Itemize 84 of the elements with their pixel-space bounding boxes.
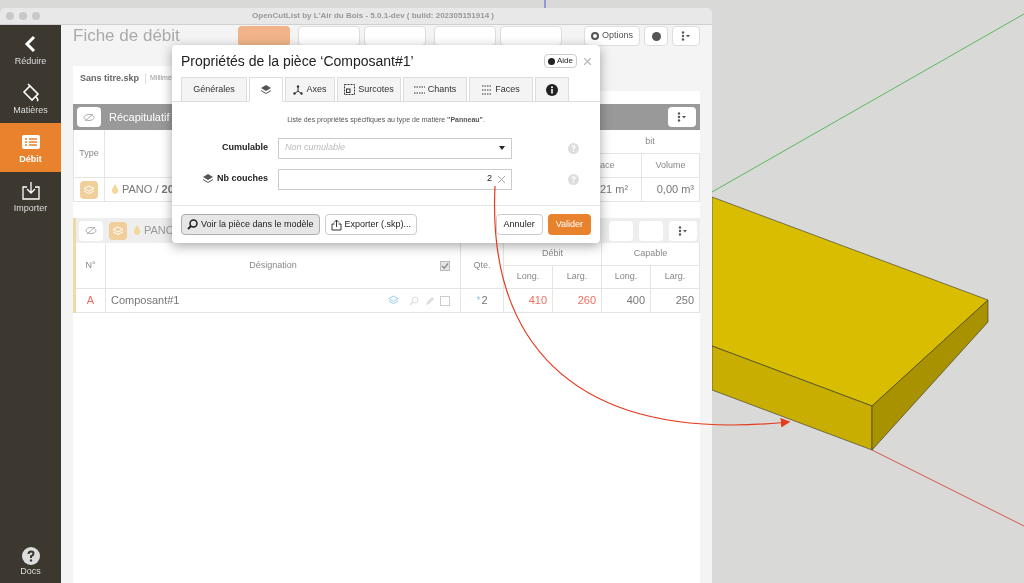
dialog-tab[interactable]: Générales [181,77,247,102]
toolbar-button[interactable] [499,26,562,46]
column-header: Larg. [651,265,700,288]
layers-icon [202,173,214,185]
drop-icon [111,184,119,195]
axes-icon [293,84,304,95]
more-icon [681,31,691,41]
dialog-title: Propriétés de la pièce ‘Composant#1’ [181,51,415,71]
input-field[interactable]: 2 [278,168,512,190]
window-title: OpenCutList by L'Air du Bois - 5.0.1-dev ( build: 202305151914 ) [251,10,495,22]
table-cell: 0,00 m³ [642,178,700,201]
part-name: Composant#1 [111,293,181,309]
toolbar-button[interactable] [433,26,496,46]
export-button[interactable]: Exporter (.skp)... [324,214,418,235]
column-header: Volume [642,153,700,177]
more-icon [678,225,688,236]
dotted-lines-icon [413,85,425,94]
cancel-button[interactable]: Annuler [495,214,543,235]
dotted-grid-icon [482,84,493,95]
dialog-tab[interactable]: Axes [285,77,335,102]
dialog-tab[interactable] [249,77,283,102]
hide-toggle-button[interactable] [77,107,101,127]
search-icon [409,295,419,306]
toolbar-button[interactable] [363,26,426,46]
sidebar-item[interactable]: Matières [0,74,61,123]
toolbar-button[interactable] [237,26,290,46]
dashed-square-icon [344,84,356,95]
layers-icon [260,83,272,96]
more-menu-button[interactable] [669,220,697,241]
more-menu-button[interactable] [672,26,700,46]
axis-line [544,0,546,9]
row-checkbox[interactable] [440,295,450,306]
label-button[interactable] [609,220,633,241]
more-icon [677,112,687,122]
column-header: Capable [602,243,700,266]
caret-icon [499,146,505,150]
eye-slash-icon [85,226,97,235]
eye-slash-icon [83,112,95,122]
info-icon [546,83,558,96]
dialog-tab[interactable] [535,77,569,102]
sidebar-item[interactable]: Réduire [0,25,61,74]
asterisk-icon: * [476,293,481,308]
page-title: Fiche de débit [73,26,181,46]
file-tab[interactable]: Sans titre.skp [80,71,140,86]
table-cell: 410 [504,289,553,312]
close-icon[interactable] [584,57,591,65]
help-button[interactable]: Aide [544,54,577,68]
locate-button[interactable]: Voir la pièce dans le modèle [181,214,320,235]
part-number: A [76,289,106,312]
import-icon [20,180,41,201]
select-all-checkbox[interactable] [440,260,450,271]
panel-material-icon [80,180,98,199]
column-header: Désignation [248,258,298,272]
column-header: N° [76,243,106,288]
column-header: Long. [602,265,651,288]
hide-toggle-button[interactable] [79,220,103,241]
pencil-icon [425,295,435,306]
field-label: Cumulable [222,141,268,155]
column-header: Type [74,130,105,177]
search-icon [187,219,198,230]
layers-icon [388,295,399,306]
options-button[interactable]: Options [583,26,640,46]
table-cell: 250 [651,289,700,312]
panel-material-icon [109,221,127,240]
clear-icon[interactable] [498,175,505,183]
table-cell: 400 [602,289,651,312]
table-cell: 260 [553,289,602,312]
summary-title: Récapitulatif [109,109,170,125]
more-menu-button[interactable] [668,107,696,127]
dialog-tab[interactable]: Faces [469,77,533,102]
paint-bucket-icon [20,82,41,103]
toolbar-button[interactable] [297,26,360,46]
help-button[interactable] [644,26,668,46]
dialog-tab[interactable]: Surcotes [337,77,401,102]
drop-icon [133,225,141,236]
column-header: Long. [504,265,553,288]
column-header: Larg. [553,265,602,288]
docs-button[interactable]: Docs [0,539,61,583]
sidebar-item[interactable]: Importer [0,172,61,221]
field-label: Nb couches [217,172,268,186]
settings-icon [590,32,599,40]
share-icon [330,218,342,231]
dialog-tab[interactable]: Chants [403,77,467,102]
table-cell-text: 2 [481,293,488,309]
